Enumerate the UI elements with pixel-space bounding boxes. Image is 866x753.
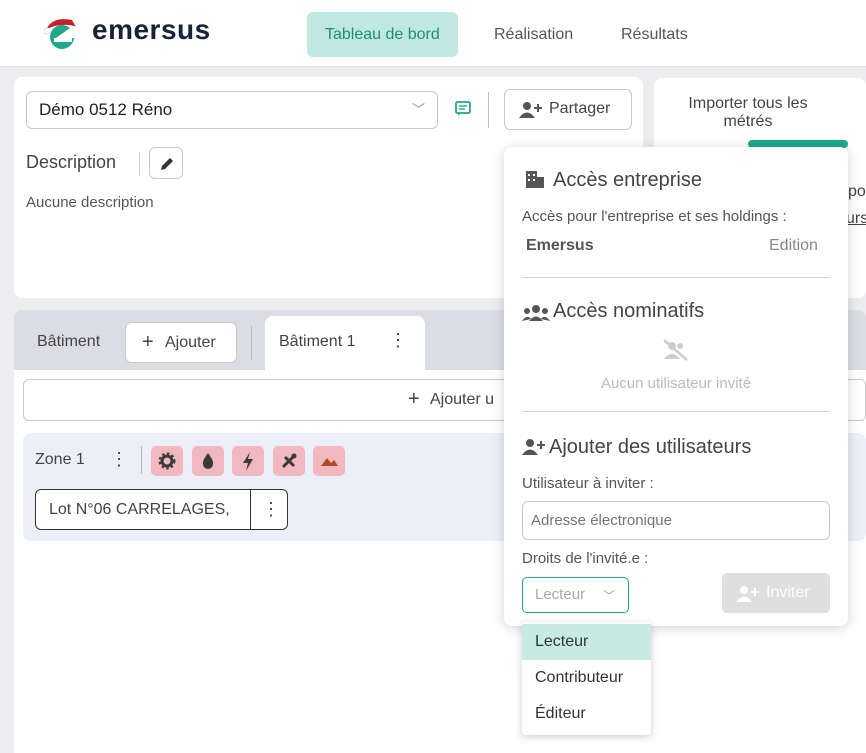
nominative-access-title: Accès nominatifs	[553, 300, 705, 322]
partial-text: po	[848, 183, 866, 200]
plus-icon: +	[142, 331, 154, 353]
company-access-title: Accès entreprise	[553, 169, 702, 191]
zone-name: Zone 1	[35, 451, 85, 468]
tools-icon[interactable]	[273, 446, 305, 476]
divider	[522, 277, 830, 278]
company-access-subtitle: Accès pour l'entreprise et ses holdings …	[522, 208, 787, 225]
no-users-text: Aucun utilisateur invité	[600, 375, 752, 392]
description-label: Description	[26, 152, 117, 172]
user-plus-icon	[736, 586, 759, 602]
edit-description-button[interactable]	[149, 147, 183, 179]
mountain-icon[interactable]	[313, 446, 345, 476]
add-row-label: Ajouter u	[430, 391, 495, 408]
add-building-label: Ajouter	[165, 334, 216, 351]
chevron-down-icon: ﹀	[603, 589, 616, 603]
chevron-down-icon: ﹀	[411, 102, 425, 117]
tab-results[interactable]: Résultats	[603, 12, 706, 57]
company-name: Emersus	[526, 237, 594, 254]
divider	[141, 446, 142, 474]
description-value: Aucune description	[26, 194, 154, 211]
rights-option-editor[interactable]: Éditeur	[522, 696, 651, 732]
building-icon	[526, 171, 544, 188]
more-vertical-icon[interactable]: ⋮	[110, 449, 128, 470]
divider	[522, 411, 830, 412]
add-building-button[interactable]: + Ajouter	[125, 322, 237, 363]
rights-select[interactable]: Lecteur ﹀	[522, 577, 629, 613]
gear-icon[interactable]	[151, 446, 183, 476]
share-button-label: Partager	[549, 100, 611, 117]
divider	[251, 326, 252, 360]
divider	[488, 92, 489, 128]
rights-label: Droits de l'invité.e :	[522, 550, 649, 567]
user-plus-icon	[519, 102, 542, 118]
lot-select[interactable]: Lot N°06 CARRELAGES, ⋮	[35, 489, 288, 530]
users-icon	[522, 305, 550, 321]
brand-name: emersus	[92, 14, 211, 45]
pencil-icon	[161, 158, 173, 170]
bolt-icon[interactable]	[232, 446, 264, 476]
email-input[interactable]	[522, 501, 830, 540]
invite-button-label: Inviter	[766, 584, 810, 601]
no-users-icon	[663, 339, 688, 361]
tab-building-label: Bâtiment 1	[279, 333, 356, 350]
comment-icon[interactable]	[454, 100, 472, 118]
tab-building-1[interactable]: Bâtiment 1 ⋮	[265, 316, 425, 370]
divider	[139, 153, 140, 175]
rights-dropdown: Lecteur Contributeur Éditeur	[522, 622, 651, 735]
share-button[interactable]: Partager	[504, 89, 632, 130]
more-vertical-icon[interactable]: ⋮	[262, 499, 280, 520]
buildings-label: Bâtiment	[37, 333, 101, 350]
rights-select-value: Lecteur	[535, 586, 586, 603]
invite-button[interactable]: Inviter	[722, 573, 830, 613]
drop-icon[interactable]	[192, 446, 224, 476]
company-right: Edition	[769, 237, 818, 254]
project-select-value: Démo 0512 Réno	[39, 100, 173, 119]
divider	[250, 490, 251, 529]
import-all-label[interactable]: Importer tous les métrés	[672, 95, 824, 131]
more-vertical-icon[interactable]: ⋮	[389, 330, 407, 351]
invite-label: Utilisateur à inviter :	[522, 475, 654, 492]
tab-realisation[interactable]: Réalisation	[476, 12, 591, 57]
lot-label: Lot N°06 CARRELAGES,	[49, 501, 230, 518]
rights-option-reader[interactable]: Lecteur	[522, 624, 651, 660]
project-select[interactable]: Démo 0512 Réno ﹀	[26, 91, 438, 129]
tab-dashboard[interactable]: Tableau de bord	[307, 12, 458, 57]
plus-icon: +	[408, 388, 420, 410]
add-users-title: Ajouter des utilisateurs	[549, 436, 752, 458]
emersus-logo-icon[interactable]	[42, 16, 80, 52]
partial-link[interactable]: urs	[846, 210, 866, 228]
rights-option-contributor[interactable]: Contributeur	[522, 660, 651, 696]
user-plus-icon	[522, 439, 545, 455]
